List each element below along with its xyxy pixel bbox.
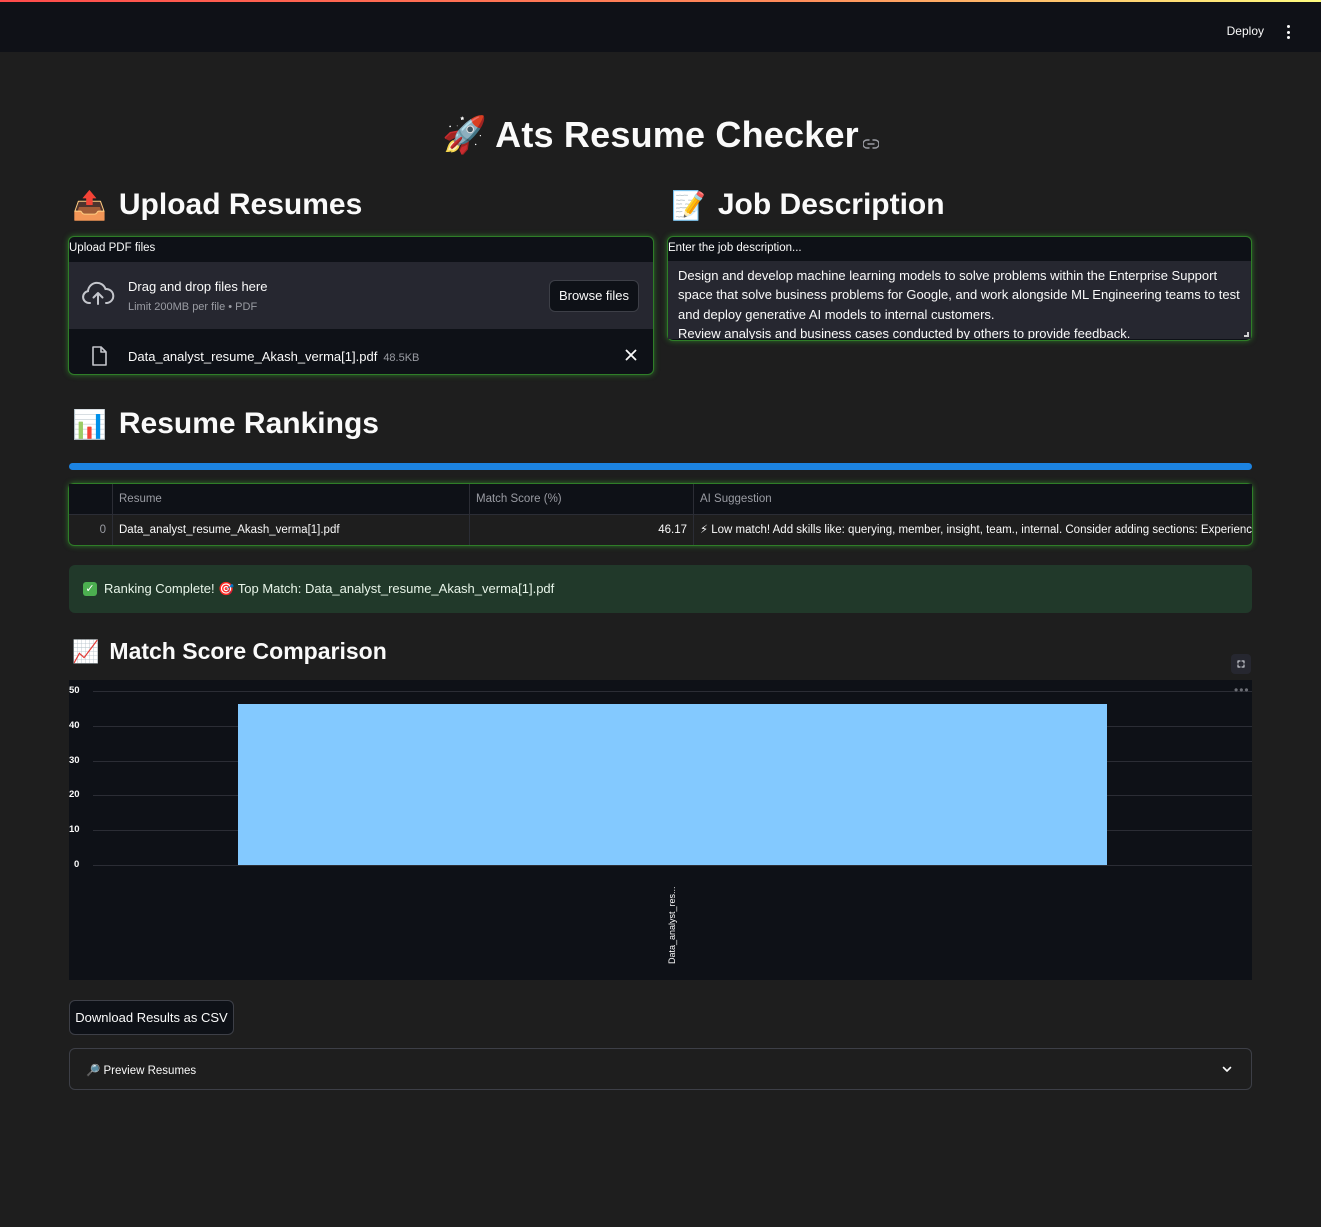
outbox-tray-icon: 📤 [72, 189, 107, 221]
job-description-box: Enter the job description... Design and … [667, 236, 1252, 341]
y-tick-label: 20 [69, 789, 80, 800]
uploaded-file-size: 48.5KB [383, 352, 420, 364]
rankings-heading-text: Resume Rankings [118, 407, 379, 440]
download-csv-button[interactable]: Download Results as CSV [69, 1000, 234, 1035]
suggestion-cell[interactable]: ⚡ Low match! Add skills like: querying, … [694, 515, 1252, 545]
gridline [93, 691, 1252, 692]
rankings-table[interactable]: Resume Match Score (%) AI Suggestion 0 D… [69, 484, 1252, 545]
page-title-text: Ats Resume Checker [495, 114, 859, 155]
file-icon [91, 346, 107, 371]
resize-handle[interactable] [1244, 332, 1249, 337]
success-text: Ranking Complete! [104, 581, 215, 596]
job-line: Design and develop machine learning mode… [678, 268, 1218, 283]
column-header[interactable]: Match Score (%) [470, 484, 694, 514]
uploaded-file: Data_analyst_resume_Akash_verma[1].pdf 48… [128, 349, 419, 364]
cloud-upload-icon [81, 281, 115, 312]
link-icon[interactable] [862, 116, 880, 158]
deploy-button[interactable]: Deploy [1227, 24, 1264, 38]
score-cell[interactable]: 46.17 [470, 515, 694, 545]
job-field-label: Enter the job description... [668, 242, 802, 254]
dropzone[interactable]: Drag and drop files here Limit 200MB per… [69, 262, 653, 329]
drop-subtitle: Limit 200MB per file • PDF [128, 301, 258, 313]
rankings-heading: 📊 Resume Rankings [72, 407, 379, 441]
upload-heading: 📤 Upload Resumes [72, 188, 362, 222]
bar-chart-icon: 📊 [72, 408, 107, 440]
file-uploader: Upload PDF files Drag and drop files her… [68, 236, 654, 375]
preview-resumes-expander[interactable]: 🔎 Preview Resumes [69, 1048, 1252, 1090]
memo-icon: 📝 [671, 189, 706, 221]
comparison-heading-text: Match Score Comparison [109, 638, 387, 664]
job-line: and deploy generative AI models to inter… [678, 306, 995, 322]
y-tick-label: 0 [74, 859, 80, 870]
success-top-match: Top Match: Data_analyst_resume_Akash_ver… [237, 581, 555, 596]
comparison-heading: 📈 Match Score Comparison [72, 638, 387, 665]
kebab-menu-icon[interactable] [1285, 25, 1291, 39]
chevron-down-icon [1221, 1062, 1233, 1080]
drop-title: Drag and drop files here [128, 279, 268, 294]
job-line: space that solve business problems for G… [678, 287, 1240, 303]
x-tick-label: Data_analyst_res... [667, 886, 677, 964]
row-index: 0 [69, 515, 113, 545]
preview-resumes-label: 🔎 Preview Resumes [86, 1065, 197, 1077]
gridline [93, 865, 1252, 866]
remove-file-icon[interactable] [624, 348, 638, 362]
target-icon: 🎯 [218, 581, 235, 596]
success-alert: ✓ Ranking Complete! 🎯 Top Match: Data_an… [69, 565, 1252, 613]
job-line: Review analysis and business cases condu… [678, 325, 1131, 339]
progress-bar [69, 463, 1252, 470]
y-tick-label: 30 [69, 755, 80, 766]
table-row: 0 Data_analyst_resume_Akash_verma[1].pdf… [69, 514, 1252, 545]
upload-field-label: Upload PDF files [69, 242, 156, 254]
check-icon: ✓ [83, 582, 97, 596]
job-heading-text: Job Description [717, 188, 945, 221]
match-score-chart: 0 10 20 30 40 50 Data_analyst_res... [69, 680, 1252, 980]
upload-heading-text: Upload Resumes [118, 188, 363, 221]
rocket-icon: 🚀 [442, 114, 488, 155]
column-header[interactable]: AI Suggestion [694, 484, 1252, 514]
column-header[interactable]: Resume [113, 484, 470, 514]
job-description-textarea[interactable]: Design and develop machine learning mode… [668, 261, 1251, 339]
chart-menu-icon[interactable]: ••• [1234, 683, 1250, 697]
job-heading: 📝 Job Description [671, 188, 945, 222]
fullscreen-icon[interactable] [1231, 654, 1251, 674]
y-tick-label: 10 [69, 824, 80, 835]
resume-cell[interactable]: Data_analyst_resume_Akash_verma[1].pdf [113, 515, 470, 545]
chart-increasing-icon: 📈 [72, 638, 100, 664]
uploaded-file-name: Data_analyst_resume_Akash_verma[1].pdf [128, 349, 378, 364]
y-tick-label: 40 [69, 720, 80, 731]
app-header: Deploy [0, 2, 1321, 52]
chart-bar[interactable] [238, 704, 1107, 865]
column-header [69, 484, 113, 514]
page-title: 🚀 Ats Resume Checker [0, 114, 1321, 158]
table-header-row: Resume Match Score (%) AI Suggestion [69, 484, 1252, 514]
y-tick-label: 50 [69, 685, 80, 696]
browse-files-button[interactable]: Browse files [549, 280, 639, 312]
